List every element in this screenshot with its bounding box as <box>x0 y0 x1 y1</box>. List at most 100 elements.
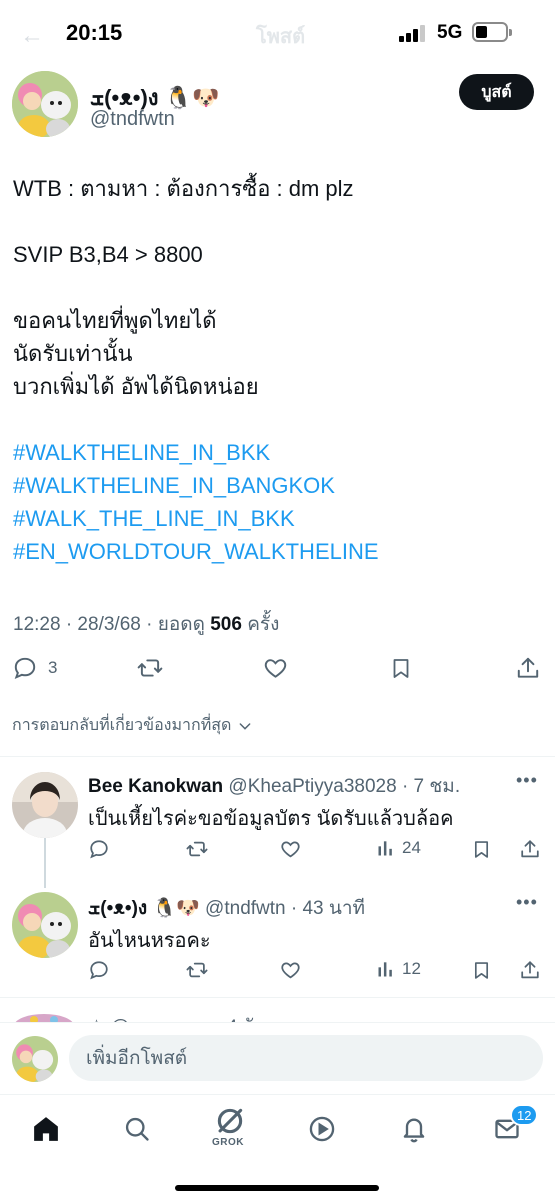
repost-icon <box>186 841 208 857</box>
views-button[interactable]: 12 <box>376 959 421 979</box>
home-indicator <box>175 1185 379 1191</box>
divider <box>0 756 555 757</box>
author-avatar[interactable] <box>12 71 78 137</box>
reply-icon <box>90 961 108 980</box>
share-button[interactable] <box>519 838 541 860</box>
bookmark-icon <box>474 841 489 858</box>
share-icon <box>517 657 539 678</box>
tweet-line: ขอคนไทยที่พูดไทยได้ <box>13 308 217 333</box>
compose-bar: เพิ่มอีกโพสต์ <box>0 1022 555 1094</box>
nav-notifications[interactable] <box>394 1109 434 1149</box>
reply-text: เป็นเหี้ยไรค่ะขอข้อมูลบัตร นัดรับแล้วบล้… <box>88 808 454 830</box>
heart-icon <box>281 962 300 979</box>
reply-handle-time[interactable]: @KheaPtiyya38028 · 7 ชม. <box>223 776 460 797</box>
heart-icon <box>281 841 300 858</box>
tweet-line: นัดรับเท่านั้น <box>13 341 133 366</box>
back-arrow-icon[interactable]: ← <box>20 22 44 50</box>
my-avatar[interactable] <box>12 1036 58 1082</box>
analytics-icon <box>378 841 392 856</box>
reply-button[interactable]: 3 <box>12 655 57 681</box>
bookmark-button[interactable] <box>389 655 413 682</box>
repost-button[interactable] <box>136 655 164 681</box>
network-type: 5G <box>437 22 463 43</box>
reply-icon <box>90 840 108 859</box>
repost-icon <box>137 659 163 677</box>
tweet-timestamp: 12:28 · 28/3/68 · ยอดดู <box>13 614 211 635</box>
reply-header: Bee Kanokwan @KheaPtiyya38028 · 7 ชม. <box>88 771 460 801</box>
hashtag-link[interactable]: #WALK_THE_LINE_IN_BKK <box>13 502 543 535</box>
reply-handle-time[interactable]: @tndfwtn · 43 นาที <box>200 898 365 919</box>
reply-header: ܫ(•ᴥ•)ง 🐧🐶 @tndfwtn · 43 นาที <box>88 893 365 923</box>
views-button[interactable]: 24 <box>376 838 421 858</box>
tweet-line <box>13 205 543 238</box>
tweet-line: บวกเพิ่มได้ อัพได้นิดหน่อย <box>13 374 259 399</box>
views-suffix: ครั้ง <box>241 614 280 635</box>
thread-connector <box>44 838 46 888</box>
grok-label: GROK <box>212 1137 244 1148</box>
reply-view-count: 12 <box>402 959 421 978</box>
reply-sort-label: การตอบกลับที่เกี่ยวข้องมากที่สุด <box>12 717 232 734</box>
play-icon <box>309 1116 335 1142</box>
share-button[interactable] <box>515 655 541 681</box>
author-handle[interactable]: @tndfwtn <box>90 108 175 131</box>
like-button[interactable] <box>279 838 302 860</box>
search-icon <box>125 1117 149 1141</box>
nav-grok[interactable] <box>210 1101 250 1141</box>
reply-button[interactable] <box>88 959 110 981</box>
reply-button[interactable] <box>88 838 110 860</box>
share-icon <box>521 961 539 979</box>
reply-avatar[interactable] <box>12 772 78 838</box>
nav-home[interactable] <box>26 1109 66 1149</box>
tweet-line: SVIP B3,B4 > 8800 <box>13 242 203 267</box>
reply-avatar[interactable] <box>12 892 78 958</box>
more-options-button[interactable]: ••• <box>516 770 538 791</box>
share-icon <box>521 840 539 858</box>
repost-icon <box>186 962 208 978</box>
next-reply-peek: ☆ @sunyuzes · 4 วัน <box>0 1000 555 1022</box>
reply-count: 3 <box>48 658 58 677</box>
tweet-line <box>13 271 543 304</box>
bell-icon <box>403 1118 425 1143</box>
bookmark-icon <box>474 962 489 979</box>
share-button[interactable] <box>519 959 541 981</box>
hashtag-link[interactable]: #WALKTHELINE_IN_BANGKOK <box>13 469 543 502</box>
like-button[interactable] <box>262 655 289 681</box>
bookmark-button[interactable] <box>471 959 492 982</box>
grok-icon <box>217 1108 243 1134</box>
bookmark-icon <box>393 659 409 678</box>
reply-author-name[interactable]: Bee Kanokwan <box>88 776 223 797</box>
like-button[interactable] <box>279 959 302 981</box>
chevron-down-icon <box>240 722 251 730</box>
hashtag-link[interactable]: #EN_WORLDTOUR_WALKTHELINE <box>13 535 543 568</box>
nav-video[interactable] <box>302 1109 342 1149</box>
tweet-text: WTB : ตามหา : ต้องการซื้อ : dm plz SVIP … <box>13 172 543 568</box>
view-count: 506 <box>210 614 242 635</box>
compose-input[interactable]: เพิ่มอีกโพสต์ <box>69 1035 543 1081</box>
bookmark-button[interactable] <box>471 838 492 861</box>
home-icon <box>34 1117 58 1141</box>
messages-badge: 12 <box>510 1104 539 1126</box>
heart-icon <box>264 659 287 678</box>
hashtag-link[interactable]: #WALKTHELINE_IN_BKK <box>13 436 543 469</box>
repost-button[interactable] <box>185 838 209 860</box>
bottom-nav: GROK 12 <box>0 1094 555 1200</box>
reply-handle-time: ☆ @sunyuzes · 4 วัน <box>88 1012 266 1022</box>
status-time: 20:15 <box>66 20 123 45</box>
tweet-meta: 12:28 · 28/3/68 · ยอดดู 506 ครั้ง <box>13 609 279 639</box>
header-title: โพสต์ <box>256 26 306 48</box>
reply-text: อันไหนหรอคะ <box>88 930 211 952</box>
tweet-line: WTB : ตามหา : ต้องการซื้อ : dm plz <box>13 176 354 201</box>
nav-search[interactable] <box>117 1109 157 1149</box>
reply-icon <box>14 657 36 679</box>
reply-avatar <box>15 1014 73 1022</box>
reply-author-name[interactable]: ܫ(•ᴥ•)ง 🐧🐶 <box>88 898 200 919</box>
boost-button[interactable]: บูสต์ <box>459 74 534 110</box>
reply-view-count: 24 <box>402 838 421 857</box>
cellular-signal-icon <box>399 24 429 42</box>
more-options-button[interactable]: ••• <box>516 892 538 913</box>
repost-button[interactable] <box>185 959 209 981</box>
status-bar: ← โพสต์ 20:15 5G <box>0 0 555 64</box>
battery-icon <box>472 22 512 42</box>
divider <box>0 997 555 998</box>
reply-sort-dropdown[interactable]: การตอบกลับที่เกี่ยวข้องมากที่สุด <box>12 713 253 738</box>
